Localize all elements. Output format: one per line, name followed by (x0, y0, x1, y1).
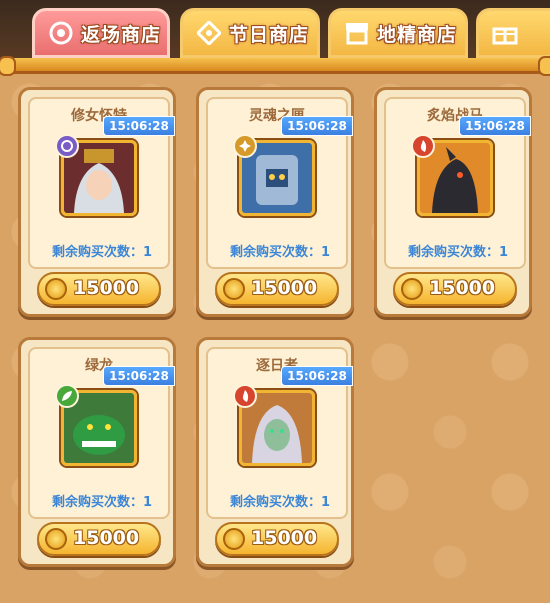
element-badge-icon (233, 134, 257, 158)
price-label: 15000 (429, 277, 496, 299)
shop-item-card[interactable]: 炙焰战马 剩余购买次数：1 15:06:28 15000 (374, 87, 532, 317)
remaining-purchases: 剩余购买次数：1 (51, 495, 153, 510)
gold-coin-icon (45, 528, 67, 550)
price-label: 15000 (73, 527, 140, 549)
tab-label: 地精商店 (377, 23, 458, 46)
tab-label: 节日商店 (229, 23, 310, 46)
tab-label: 返场商店 (81, 23, 162, 46)
shop-item-card[interactable]: 修女怀特 剩余购买次数：1 15:06:28 15000 (18, 87, 176, 317)
element-badge-icon (55, 384, 79, 408)
buy-button[interactable]: 15000 (37, 272, 161, 306)
gold-coin-icon (45, 278, 67, 300)
buy-button[interactable]: 15000 (215, 272, 339, 306)
remaining-purchases: 剩余购买次数：1 (229, 495, 331, 510)
countdown-timer: 15:06:28 (459, 116, 531, 136)
shop-item-card[interactable]: 绿龙 剩余购买次数：1 15:06:28 15000 (18, 337, 176, 567)
diamond-compass-icon (195, 19, 223, 47)
price-label: 15000 (73, 277, 140, 299)
element-badge-icon (55, 134, 79, 158)
target-icon (47, 19, 75, 47)
element-badge-icon (233, 384, 257, 408)
tab-return-shop[interactable]: 返场商店 (32, 8, 170, 58)
tab-goblin-shop[interactable]: 地精商店 (328, 8, 468, 58)
countdown-timer: 15:06:28 (103, 116, 175, 136)
element-badge-icon (411, 134, 435, 158)
price-label: 15000 (251, 527, 318, 549)
gift-icon (491, 19, 519, 47)
gold-coin-icon (223, 528, 245, 550)
shop-stall-icon (343, 19, 371, 47)
gold-coin-icon (223, 278, 245, 300)
tab-festival-shop[interactable]: 节日商店 (180, 8, 320, 58)
price-label: 15000 (251, 277, 318, 299)
gold-coin-icon (401, 278, 423, 300)
buy-button[interactable]: 15000 (215, 522, 339, 556)
remaining-purchases: 剩余购买次数：1 (407, 245, 509, 260)
countdown-timer: 15:06:28 (281, 366, 353, 386)
countdown-timer: 15:06:28 (103, 366, 175, 386)
remaining-purchases: 剩余购买次数：1 (229, 245, 331, 260)
buy-button[interactable]: 15000 (37, 522, 161, 556)
shop-item-card[interactable]: 逐日者 剩余购买次数：1 15:06:28 15000 (196, 337, 354, 567)
countdown-timer: 15:06:28 (281, 116, 353, 136)
shop-item-card[interactable]: 灵魂之匣 剩余购买次数：1 15:06:28 15000 (196, 87, 354, 317)
remaining-purchases: 剩余购买次数：1 (51, 245, 153, 260)
tab-gift-shop[interactable] (476, 8, 550, 58)
buy-button[interactable]: 15000 (393, 272, 517, 306)
